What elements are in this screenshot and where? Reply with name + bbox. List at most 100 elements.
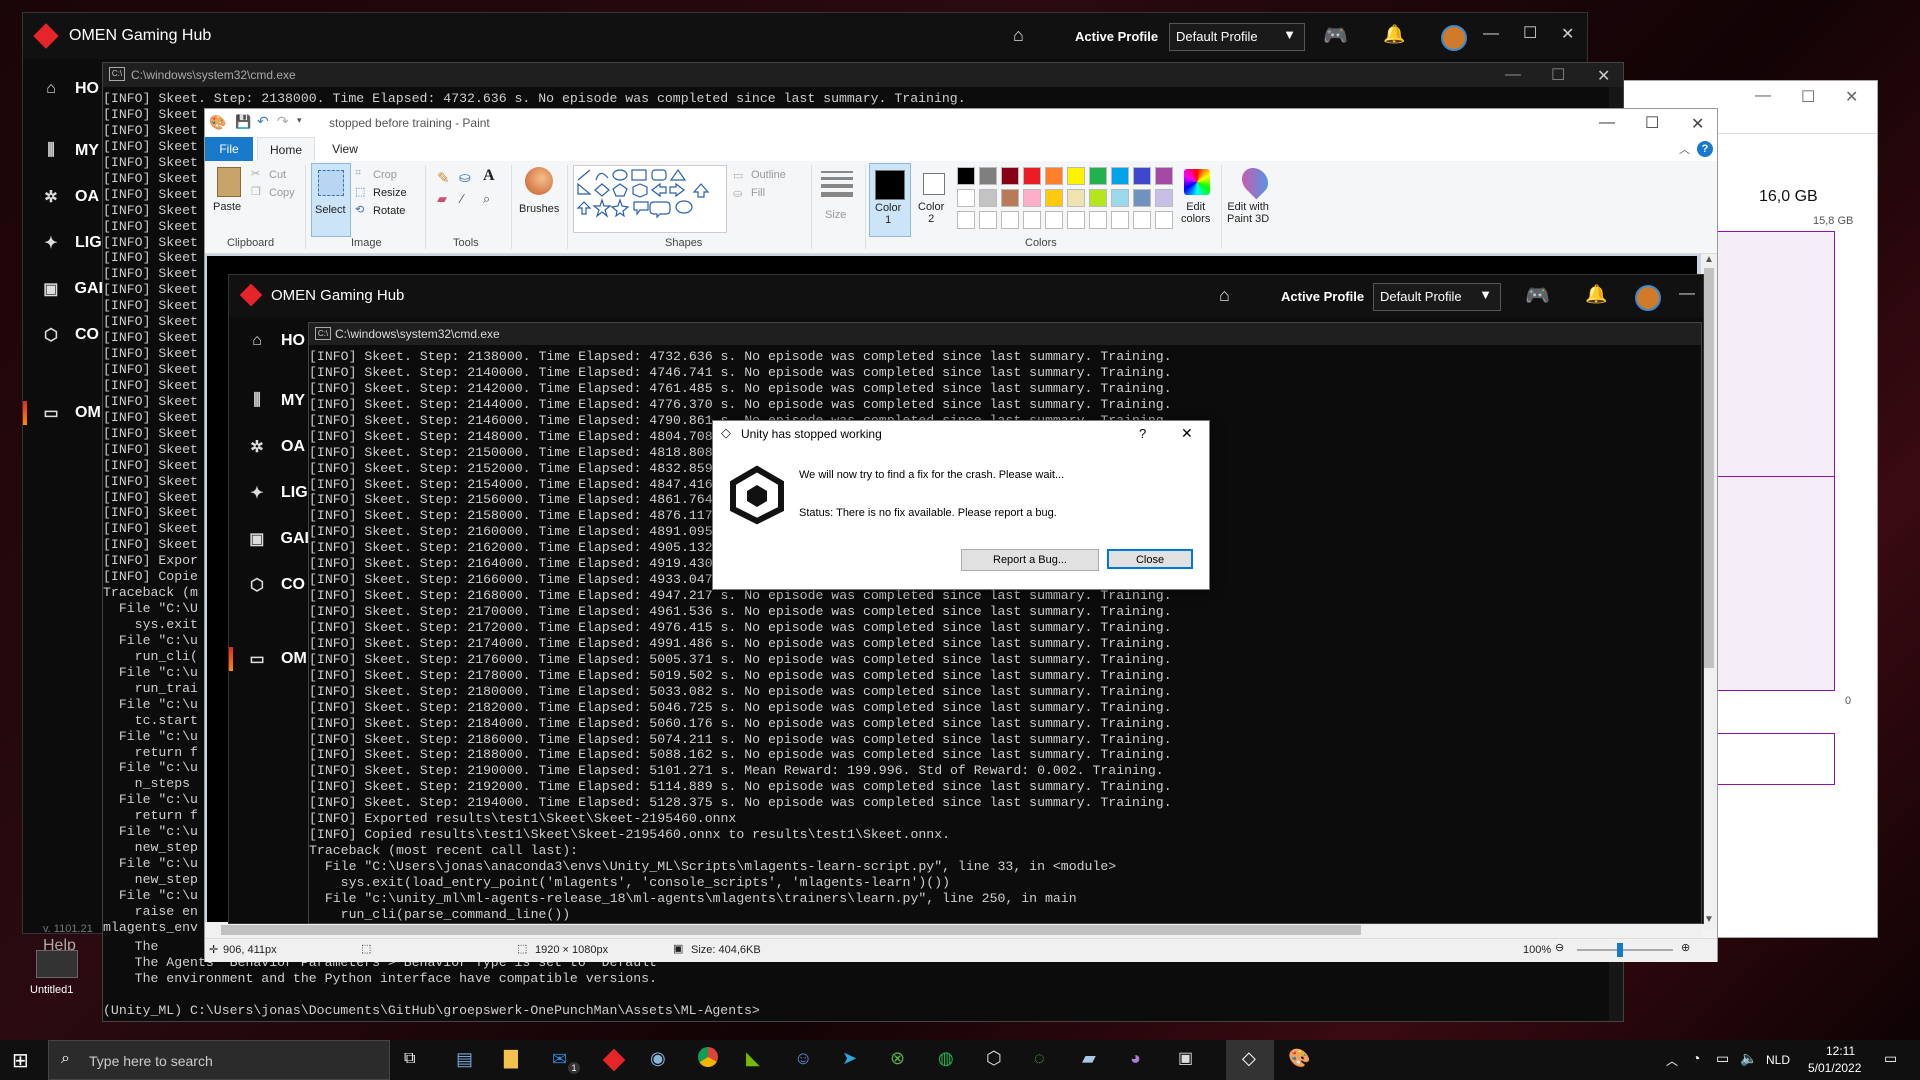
home-icon[interactable]: ⌂ — [1219, 285, 1230, 306]
edit-colors-button[interactable]: Edit colors — [1177, 163, 1217, 235]
palette-swatch[interactable] — [1111, 167, 1129, 185]
minimize-icon[interactable]: — — [1505, 66, 1521, 84]
palette-swatch[interactable] — [1023, 167, 1041, 185]
spotify-icon[interactable]: ◍ — [938, 1048, 954, 1069]
fill-dropdown[interactable]: Fill — [751, 187, 765, 199]
resize-button[interactable]: Resize — [373, 187, 407, 199]
palette-swatch[interactable] — [1133, 189, 1151, 207]
minimize-icon[interactable]: — — [1679, 285, 1695, 303]
nav-game[interactable]: ▣ GAI — [23, 269, 103, 309]
mail-icon[interactable]: ✉ — [552, 1049, 567, 1070]
minimize-icon[interactable]: — — [1599, 114, 1615, 132]
nav-home[interactable]: ⌂ HO — [229, 321, 309, 361]
scroll-down-icon[interactable]: ▼ — [1704, 914, 1714, 925]
clock-time[interactable]: 12:11 — [1826, 1044, 1855, 1058]
cut-button[interactable]: Cut — [269, 169, 286, 181]
spinner-app-icon[interactable]: ◌ — [1034, 1048, 1045, 1069]
text-tool-icon[interactable]: A — [483, 167, 495, 185]
color-picker-icon[interactable]: ⁄ — [461, 191, 463, 206]
tab-home[interactable]: Home — [257, 137, 315, 162]
palette-swatch[interactable] — [1111, 189, 1129, 207]
palette-swatch[interactable] — [1045, 189, 1063, 207]
xbox-icon[interactable]: ⊗ — [890, 1048, 905, 1069]
undo-icon[interactable]: ↶ — [257, 113, 269, 130]
omen-taskbar-icon[interactable] — [602, 1048, 626, 1072]
nav-home[interactable]: ⌂ HO — [23, 69, 103, 109]
palette-swatch[interactable] — [979, 189, 997, 207]
nav-oasis[interactable]: ✲ OA — [23, 177, 103, 217]
chrome-icon[interactable] — [698, 1047, 718, 1067]
profile-dropdown[interactable]: Default Profile ▼ — [1373, 283, 1501, 311]
nav-omen[interactable]: ▭ OM — [229, 639, 309, 679]
palette-swatch[interactable] — [1023, 211, 1041, 229]
close-icon[interactable]: ✕ — [1691, 114, 1704, 134]
telegram-icon[interactable]: ➤ — [842, 1048, 857, 1069]
palette-swatch[interactable] — [1045, 167, 1063, 185]
gamepad-icon[interactable]: 🎮 — [1323, 23, 1348, 48]
pencil-icon[interactable]: ✎ — [437, 169, 450, 187]
palette-swatch[interactable] — [1045, 211, 1063, 229]
palette-swatch[interactable] — [1067, 211, 1085, 229]
palette-swatch[interactable] — [1067, 167, 1085, 185]
terminal-icon[interactable]: ▣ — [1178, 1048, 1193, 1068]
paint-hscrollbar[interactable] — [205, 922, 1701, 938]
nav-oasis[interactable]: ✲ OA — [229, 427, 309, 467]
network-icon[interactable]: ◔ — [1692, 1050, 1700, 1066]
nav-my-library[interactable]: ⫼ MY — [23, 131, 103, 171]
home-icon[interactable]: ⌂ — [1013, 25, 1024, 46]
palette-swatch[interactable] — [957, 167, 975, 185]
size-button[interactable]: Size — [817, 165, 857, 231]
fill-bucket-icon[interactable]: ⛀ — [459, 169, 471, 186]
palette-swatch[interactable] — [957, 189, 975, 207]
palette-swatch[interactable] — [1001, 189, 1019, 207]
dialog-help-button[interactable]: ? — [1139, 426, 1146, 441]
desktop-icon-untitled[interactable]: Untitled1 — [26, 950, 86, 1004]
nav-my-library[interactable]: ⫼ MY — [229, 381, 309, 421]
palette-swatch[interactable] — [1133, 211, 1151, 229]
palette-swatch[interactable] — [1001, 211, 1019, 229]
minimize-icon[interactable]: — — [1483, 25, 1499, 43]
bell-icon[interactable]: 🔔 — [1585, 284, 1607, 305]
tab-view[interactable]: View — [321, 137, 369, 161]
zoom-slider[interactable] — [1577, 943, 1673, 957]
profile-dropdown[interactable]: Default Profile ▼ — [1169, 23, 1305, 51]
palette-swatch[interactable] — [1089, 167, 1107, 185]
maximize-icon[interactable]: ☐ — [1523, 23, 1537, 43]
palette-swatch[interactable] — [979, 211, 997, 229]
github-icon[interactable]: ◕ — [1130, 1048, 1141, 1069]
maximize-icon[interactable]: ☐ — [1551, 65, 1565, 85]
rotate-button[interactable]: Rotate — [373, 205, 405, 217]
unity-editor-taskbar-item[interactable]: ◇ — [1226, 1040, 1274, 1080]
outline-dropdown[interactable]: Outline — [751, 169, 786, 181]
copy-button[interactable]: Copy — [269, 187, 295, 199]
palette-swatch[interactable] — [1067, 189, 1085, 207]
palette-swatch[interactable] — [1133, 167, 1151, 185]
palette-swatch[interactable] — [1155, 189, 1173, 207]
maximize-icon[interactable]: ☐ — [1645, 113, 1659, 133]
qat-dropdown-icon[interactable]: ▾ — [297, 115, 302, 126]
nav-game[interactable]: ▣ GAI — [229, 519, 309, 559]
bell-icon[interactable]: 🔔 — [1383, 24, 1405, 45]
clock-date[interactable]: 5/01/2022 — [1808, 1061, 1861, 1075]
taskbar-search[interactable]: ⌕ Type here to search — [48, 1040, 390, 1080]
discord-icon[interactable]: ☺ — [794, 1048, 812, 1069]
close-icon[interactable]: ✕ — [1181, 425, 1193, 442]
steam-icon[interactable]: ◉ — [650, 1048, 666, 1069]
volume-icon[interactable]: 🔈 — [1740, 1050, 1757, 1067]
zoom-slider-thumb[interactable] — [1617, 943, 1623, 957]
report-bug-button[interactable]: Report a Bug... — [961, 549, 1099, 571]
unity-hub-icon[interactable]: ⬡ — [986, 1048, 1002, 1069]
paint-taskbar-icon[interactable]: 🎨 — [1288, 1048, 1310, 1069]
minimize-icon[interactable]: — — [1755, 87, 1771, 105]
redo-icon[interactable]: ↷ — [277, 113, 289, 130]
color2-button[interactable]: Color 2 — [913, 163, 953, 235]
palette-swatch[interactable] — [1001, 167, 1019, 185]
nav-community[interactable]: ⬡ CO — [23, 315, 103, 355]
avatar[interactable] — [1441, 25, 1467, 51]
nav-lighting[interactable]: ✦ LIG — [229, 473, 309, 513]
battery-icon[interactable]: ▭ — [1716, 1050, 1729, 1067]
avatar[interactable] — [1635, 285, 1661, 311]
magnifier-icon[interactable]: ⌕ — [483, 191, 490, 207]
notification-icon[interactable]: ▭ — [1884, 1050, 1897, 1067]
zoom-in-icon[interactable]: ⊕ — [1681, 941, 1690, 954]
